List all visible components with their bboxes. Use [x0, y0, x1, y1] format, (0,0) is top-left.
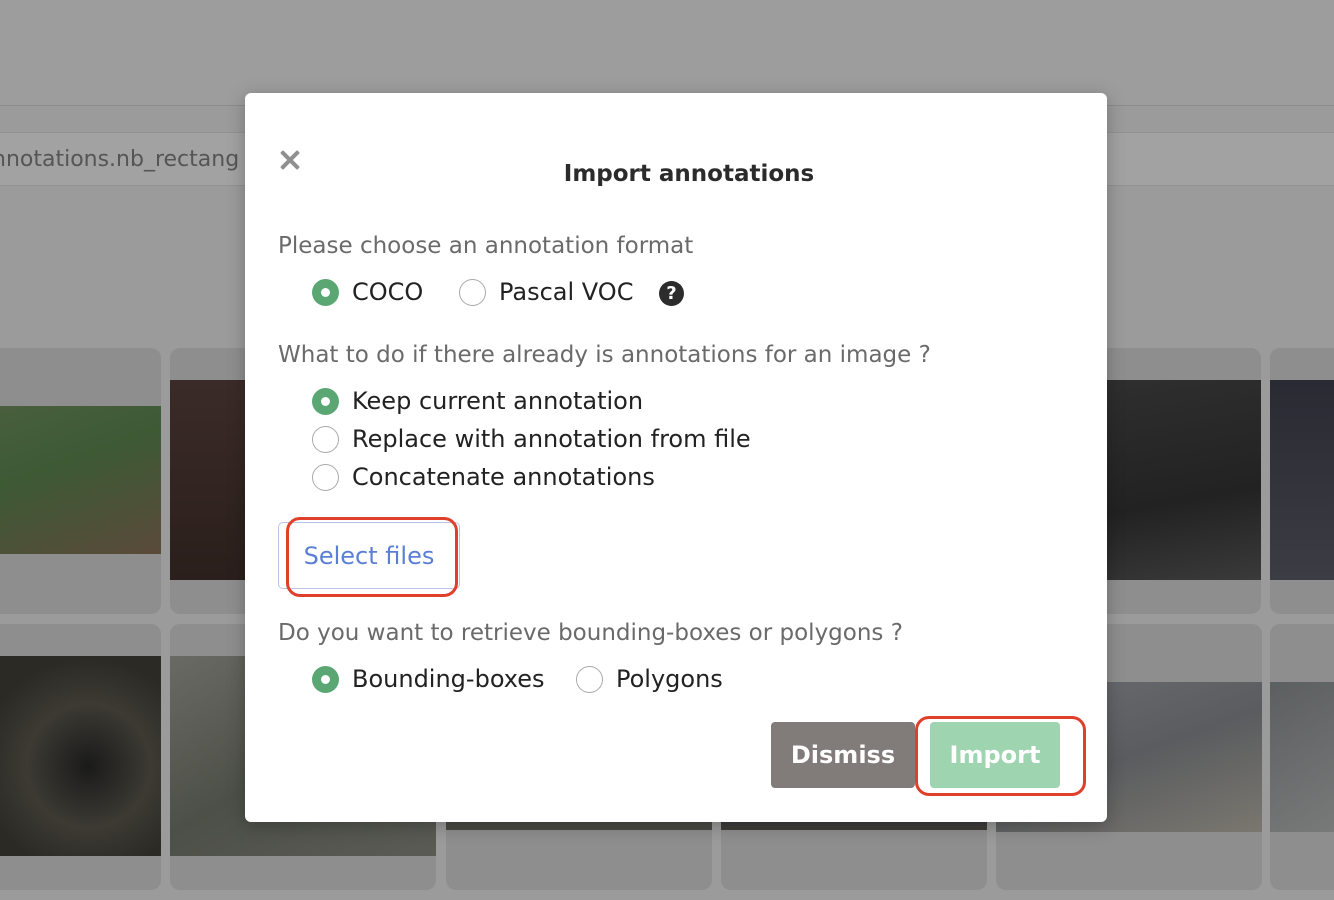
format-question: Please choose an annotation format — [278, 233, 694, 259]
format-option-label: COCO — [352, 278, 424, 306]
existing-option-label: Concatenate annotations — [352, 463, 655, 491]
format-option-label: Pascal VOC — [499, 278, 634, 306]
image-card[interactable] — [1270, 624, 1334, 890]
image-card[interactable] — [1085, 348, 1261, 614]
format-option-coco[interactable]: COCO — [312, 278, 423, 306]
radio-unchecked-icon[interactable] — [312, 463, 339, 491]
existing-option-keep[interactable]: Keep current annotation — [312, 387, 643, 415]
existing-option-concatenate[interactable]: Concatenate annotations — [312, 463, 655, 491]
dialog-title: Import annotations — [563, 161, 815, 187]
image-thumbnail — [0, 406, 161, 554]
app-topbar — [0, 0, 1334, 106]
radio-unchecked-icon[interactable] — [576, 665, 603, 693]
shape-question: Do you want to retrieve bounding-boxes o… — [278, 620, 903, 646]
shape-option-label: Bounding-boxes — [352, 665, 545, 693]
image-thumbnail — [0, 656, 161, 856]
question-circle-icon[interactable]: ? — [659, 281, 684, 306]
existing-option-label: Replace with annotation from file — [352, 425, 751, 453]
image-card[interactable] — [0, 348, 161, 614]
shape-option-bounding-boxes[interactable]: Bounding-boxes — [312, 665, 545, 693]
radio-unchecked-icon[interactable] — [459, 278, 486, 306]
radio-checked-icon[interactable] — [312, 387, 339, 415]
import-annotations-dialog: Import annotations Please choose an anno… — [245, 93, 1107, 822]
radio-unchecked-icon[interactable] — [312, 425, 339, 453]
existing-option-label: Keep current annotation — [352, 387, 644, 415]
image-thumbnail — [1270, 380, 1334, 580]
image-thumbnail — [1085, 380, 1261, 580]
image-card[interactable] — [1270, 348, 1334, 614]
radio-checked-icon[interactable] — [312, 665, 339, 693]
select-files-button[interactable]: Select files — [278, 522, 460, 589]
format-option-pascal-voc[interactable]: Pascal VOC — [459, 278, 633, 306]
radio-checked-icon[interactable] — [312, 278, 339, 306]
existing-option-replace[interactable]: Replace with annotation from file — [312, 425, 751, 453]
shape-option-label: Polygons — [616, 665, 723, 693]
import-button[interactable]: Import — [930, 722, 1060, 788]
dismiss-button[interactable]: Dismiss — [771, 722, 915, 788]
image-card[interactable] — [0, 624, 161, 890]
shape-option-polygons[interactable]: Polygons — [576, 665, 723, 693]
image-thumbnail — [1270, 682, 1334, 832]
existing-annotations-question: What to do if there already is annotatio… — [278, 342, 931, 368]
file-name-text: nnotations.nb_rectang — [0, 147, 240, 172]
